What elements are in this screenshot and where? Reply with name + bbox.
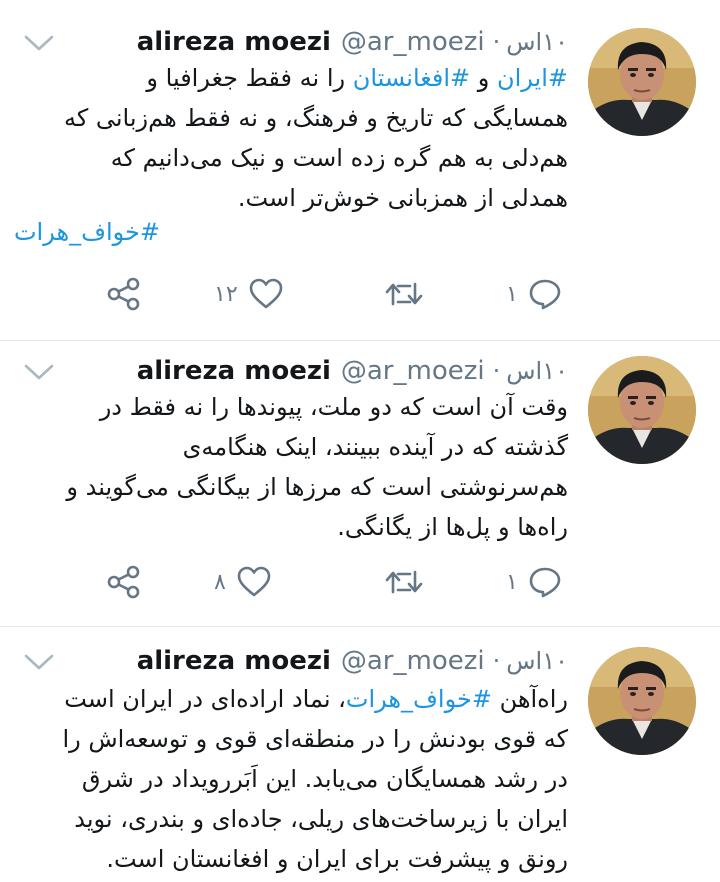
tweet-text-line: هم‌سرنوشتی است که مرزها از بیگانگی می‌گو… [12,467,568,507]
tweet-text-line: همدلی از همزبانی خوش‌تر است. [12,178,568,218]
tweet-actions: ۱۸ [0,562,720,602]
hashtag-link[interactable]: #ایران [497,64,568,92]
author-name[interactable]: alireza moezi [137,27,331,57]
retweet-icon [384,568,424,596]
text-segment: راه‌ها و پل‌ها از یگانگی. [337,513,568,541]
retweet-button[interactable] [384,274,424,314]
tweet-header: alireza moezi @ar_moezi · ۱۰اس [137,643,568,679]
tweet-actions: ۱ ۱۲ [0,274,720,314]
timestamp[interactable]: ۱۰اس [506,357,568,385]
tweet-text-line: #ایران و #افغانستان را نه فقط جغرافیا و [12,58,568,98]
text-segment: گذشته که در آینده ببینند، اینک هنگامه‌ی [182,433,568,461]
text-segment: که قوی بودنش را در منطقه‌ای قوی و توسعه‌… [62,725,568,753]
avatar[interactable] [588,28,696,136]
author-handle[interactable]: @ar_moezi [341,27,485,57]
text-segment: وقت آن است که دو ملت، پیوندها را نه فقط … [99,393,568,421]
tweet-text: وقت آن است که دو ملت، پیوندها را نه فقط … [12,387,568,547]
chevron-down-icon[interactable] [22,32,56,54]
hashtag-link[interactable]: #افغانستان [353,64,470,92]
reply-icon [528,566,562,598]
tweet-text-line: رونق و پیشرفت برای ایران و افغانستان است… [12,839,568,879]
action-count: ۸ [214,569,226,595]
retweet-button[interactable] [384,562,424,602]
text-segment: هم‌سرنوشتی است که مرزها از بیگانگی می‌گو… [66,473,568,501]
text-segment: همدلی از همزبانی خوش‌تر است. [237,184,568,212]
tweet-text-line: ایران با زیرساخت‌های ریلی، جاده‌ای و بند… [12,799,568,839]
tweet-text-line: راه‌آهن #خواف_هرات، نماد اراده‌ای در ایر… [12,679,568,719]
separator-dot: · [492,647,501,675]
author-name[interactable]: alireza moezi [137,356,331,386]
share-button[interactable] [106,274,142,314]
tweet-text-line: در رشد همسایگان می‌یابد. این اَبَررویداد… [12,759,568,799]
like-button[interactable]: ۱۲ [214,274,284,314]
text-segment: راه‌آهن [491,685,568,713]
hashtag-link[interactable]: #خواف_هرات [346,685,492,713]
action-count: ۱ [506,569,518,595]
avatar[interactable] [588,356,696,464]
reply-button[interactable]: ۱ [506,274,562,314]
hashtag-link[interactable]: #خواف_هرات [14,218,160,246]
tweet[interactable]: alireza moezi @ar_moezi · ۱۰اس راه‌آهن #… [0,627,720,882]
author-name[interactable]: alireza moezi [137,646,331,676]
tweet-text-line: وقت آن است که دو ملت، پیوندها را نه فقط … [12,387,568,427]
tweet-text-line: که قوی بودنش را در منطقه‌ای قوی و توسعه‌… [12,719,568,759]
tweet-text-line: همسایگی که تاریخ و فرهنگ، و نه فقط هم‌زب… [12,98,568,138]
reply-button[interactable]: ۱ [506,562,562,602]
tweet[interactable]: alireza moezi @ar_moezi · ۱۰اس وقت آن اس… [0,341,720,626]
tweet-text-line: هم‌دلی به هم گره زده است و نیک می‌دانیم … [12,138,568,178]
tweet-text: #ایران و #افغانستان را نه فقط جغرافیا و ه… [12,58,568,218]
heart-icon [248,278,284,310]
share-icon [106,276,142,312]
chevron-down-icon[interactable] [22,361,56,383]
text-segment: ، نماد اراده‌ای در ایران است [64,685,346,713]
avatar[interactable] [588,647,696,755]
text-segment: رونق و پیشرفت برای ایران و افغانستان است… [106,845,568,873]
heart-icon [236,566,272,598]
separator-dot: · [492,357,501,385]
author-handle[interactable]: @ar_moezi [341,356,485,386]
retweet-icon [384,280,424,308]
action-count: ۱۲ [214,281,238,307]
action-count: ۱ [506,281,518,307]
tweet-header: alireza moezi @ar_moezi · ۱۰اس [137,24,568,60]
share-button[interactable] [106,562,142,602]
tweet[interactable]: alireza moezi @ar_moezi · ۱۰اس #ایران و … [0,0,720,340]
text-segment: ایران با زیرساخت‌های ریلی، جاده‌ای و بند… [74,805,568,833]
reply-icon [528,278,562,310]
author-handle[interactable]: @ar_moezi [341,646,485,676]
share-icon [106,564,142,600]
tweet-text-line: راه‌ها و پل‌ها از یگانگی. [12,507,568,547]
tweet-text-line: گذشته که در آینده ببینند، اینک هنگامه‌ی [12,427,568,467]
text-segment: هم‌دلی به هم گره زده است و نیک می‌دانیم … [110,144,568,172]
timestamp[interactable]: ۱۰اس [506,647,568,675]
timestamp[interactable]: ۱۰اس [506,28,568,56]
tweet-header: alireza moezi @ar_moezi · ۱۰اس [137,353,568,389]
chevron-down-icon[interactable] [22,651,56,673]
text-segment: و [470,64,497,92]
text-segment: را نه فقط جغرافیا و [146,64,353,92]
text-segment: همسایگی که تاریخ و فرهنگ، و نه فقط هم‌زب… [63,104,568,132]
tweet-text: راه‌آهن #خواف_هرات، نماد اراده‌ای در ایر… [12,679,568,879]
separator-dot: · [492,28,501,56]
like-button[interactable]: ۸ [214,562,272,602]
text-segment: در رشد همسایگان می‌یابد. این اَبَررویداد… [81,765,568,793]
